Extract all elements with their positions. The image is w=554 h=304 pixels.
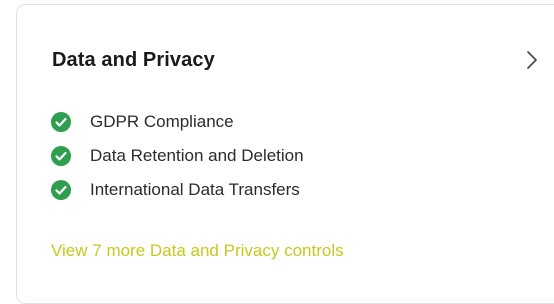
card-header: Data and Privacy <box>52 45 525 75</box>
check-circle-icon <box>51 146 71 166</box>
controls-list: GDPR Compliance Data Retention and Delet… <box>51 105 304 207</box>
control-item: GDPR Compliance <box>51 105 304 139</box>
chevron-right-icon[interactable] <box>521 47 543 73</box>
view-more-controls-link[interactable]: View 7 more Data and Privacy controls <box>51 241 344 261</box>
control-item: Data Retention and Deletion <box>51 139 304 173</box>
control-label: International Data Transfers <box>90 180 300 199</box>
control-item: International Data Transfers <box>51 173 304 207</box>
control-label: Data Retention and Deletion <box>90 146 304 165</box>
check-circle-icon <box>51 180 71 200</box>
control-label: GDPR Compliance <box>90 112 234 131</box>
data-privacy-card: Data and Privacy GDPR Compliance Data Re… <box>16 4 554 304</box>
card-title: Data and Privacy <box>52 48 215 71</box>
check-circle-icon <box>51 112 71 132</box>
